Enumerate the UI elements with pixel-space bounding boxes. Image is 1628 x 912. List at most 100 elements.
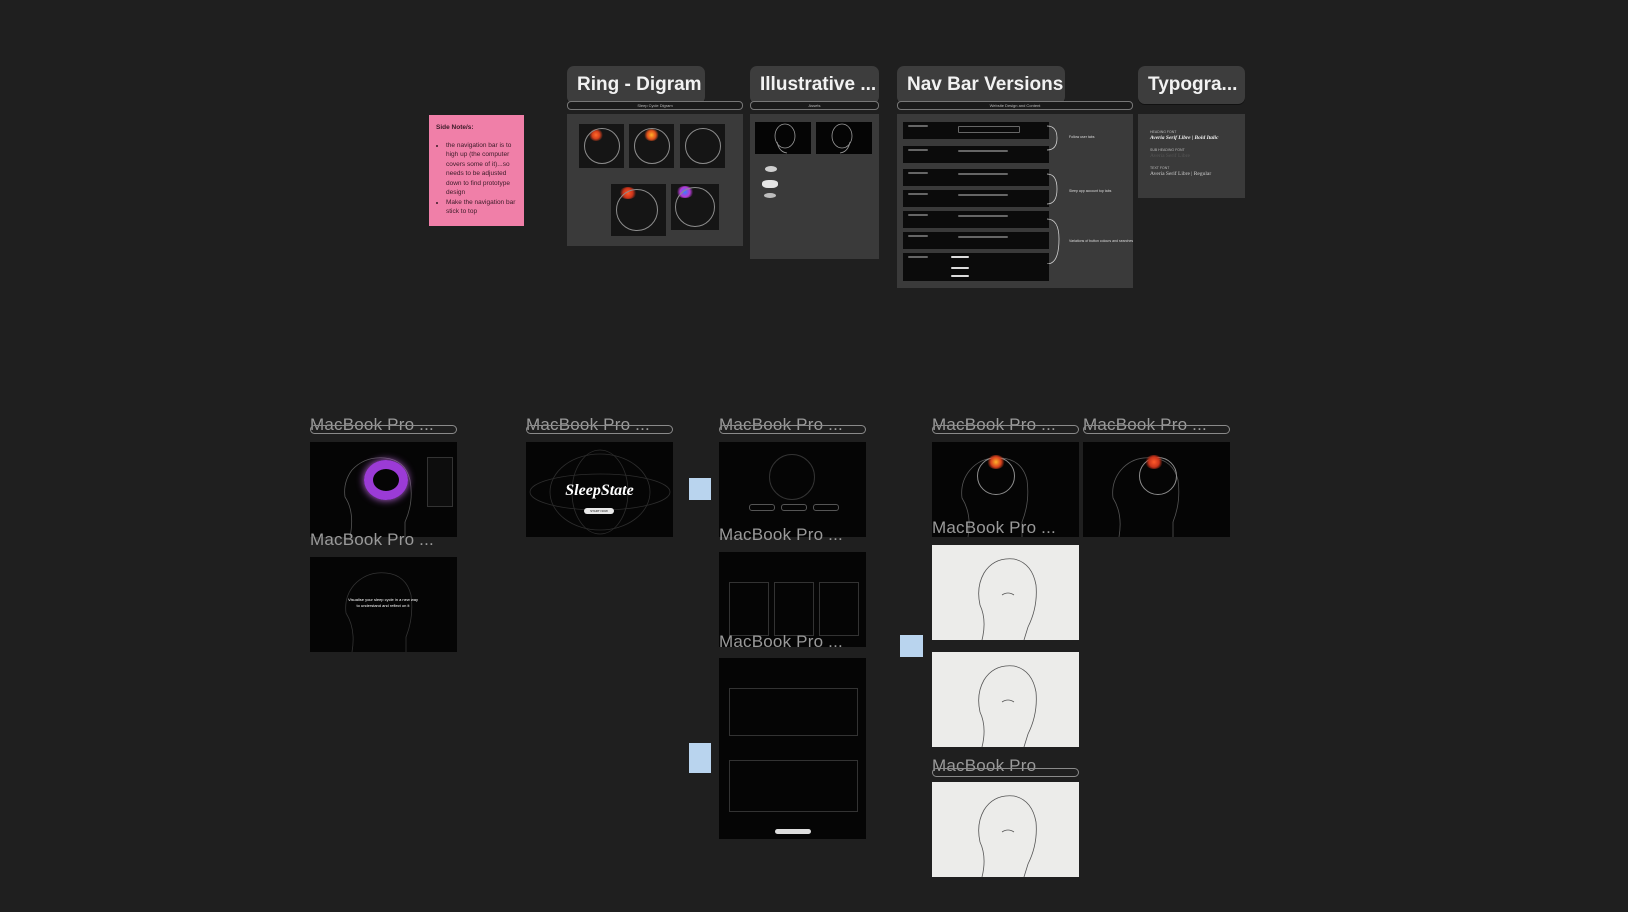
macbook-frame-sketch[interactable] [932, 545, 1079, 640]
macbook-frame-visualise[interactable]: Visualise your sleep cycle in a new way … [310, 557, 457, 652]
nav-line [908, 235, 928, 237]
illustrative-section-board[interactable] [750, 114, 879, 259]
nav-bar-version[interactable] [903, 232, 1049, 249]
nav-bar-version[interactable] [903, 146, 1049, 163]
nav-line [958, 173, 1008, 175]
info-card[interactable] [729, 688, 858, 736]
face-sketch-icon [978, 795, 1037, 877]
asset-icon[interactable] [764, 193, 776, 198]
section-nav-title[interactable]: Nav Bar Versions [897, 66, 1065, 104]
head-illustration-thumb[interactable] [816, 122, 872, 154]
frame-label-bar [932, 768, 1079, 777]
sleepstate-title: SleepState [565, 482, 634, 499]
nav-line [951, 256, 969, 258]
typography-subheading-label: SUB HEADING FONT [1150, 148, 1185, 152]
nav-annotation: Sleep app account top tabs [1069, 189, 1112, 193]
typography-heading-value: Averia Serif Libre | Bold Italic [1150, 135, 1219, 141]
ring-circle [584, 128, 620, 164]
typography-heading-label: HEADING FONT [1150, 130, 1177, 134]
sticky-note-title: Side Note/s: [436, 124, 474, 131]
frame-label[interactable]: MacBook Pro ... [719, 525, 843, 545]
nav-bar-version[interactable] [903, 253, 1049, 281]
section-typography-title[interactable]: Typogra... [1138, 66, 1245, 104]
macbook-frame-head-glow[interactable] [1083, 442, 1230, 537]
option-button[interactable] [781, 504, 807, 511]
ring-circle [769, 454, 815, 500]
face-sketch-icon [978, 558, 1037, 640]
asset-icon[interactable] [765, 166, 777, 172]
asset-icon[interactable] [762, 180, 778, 188]
nav-line [958, 236, 1008, 238]
frame-label[interactable]: MacBook Pro ... [310, 530, 434, 550]
visualise-line-2: to understand and reflect on it [356, 603, 410, 608]
nav-bar-version[interactable] [903, 122, 1049, 139]
frame-label-bar [526, 425, 673, 434]
info-card[interactable] [774, 582, 814, 636]
nav-bar-version[interactable] [903, 211, 1049, 228]
section-illustrative-title[interactable]: Illustrative ... [750, 66, 879, 104]
info-card[interactable] [729, 582, 769, 636]
frame-label-bar [719, 425, 866, 434]
nav-line [908, 125, 928, 127]
nav-bar-version[interactable] [903, 190, 1049, 207]
head-outline-icon [831, 123, 853, 154]
ring-circle [685, 128, 721, 164]
sticky-note-item: Make the navigation bar stick to top [446, 198, 517, 217]
nav-bar-version[interactable] [903, 169, 1049, 186]
visualise-line-1: Visualise your sleep cycle in a new way [348, 597, 418, 602]
mini-sticky-note[interactable] [900, 635, 923, 657]
frame-label[interactable]: MacBook Pro ... [719, 632, 843, 652]
ring-circle [634, 128, 670, 164]
macbook-frame-sketch[interactable] [932, 782, 1079, 877]
info-card[interactable] [729, 760, 858, 812]
section-ring-subtitle: Sleep Cycle Digram [567, 101, 743, 110]
ring-section-board[interactable] [567, 114, 743, 246]
ring-thumbnail[interactable] [680, 124, 725, 168]
macbook-frame-sketch[interactable] [932, 652, 1079, 747]
section-nav-subtitle: Website Design and Content [897, 101, 1133, 110]
sleepstate-start-button[interactable]: START NOW [584, 508, 614, 514]
ring-circle [616, 189, 658, 231]
head-outline-icon [774, 123, 796, 154]
ring-glow [1145, 455, 1163, 469]
macbook-frame-head-ring[interactable] [310, 442, 457, 537]
typography-subheading-value: Averia Serif Libre [1150, 153, 1190, 159]
nav-line [908, 172, 928, 174]
nav-line [908, 214, 928, 216]
face-sketch-icon [978, 665, 1037, 747]
macbook-frame-sleepstate[interactable]: SleepState START NOW [526, 442, 673, 537]
sticky-note-list: the navigation bar is to high up (the co… [436, 141, 517, 217]
ring-thumbnail[interactable] [671, 184, 719, 230]
ring-thumbnail[interactable] [629, 124, 674, 168]
typography-section-board[interactable]: HEADING FONT Averia Serif Libre | Bold I… [1138, 114, 1245, 198]
mini-sticky-note[interactable] [689, 743, 711, 773]
section-ring-title[interactable]: Ring - Digram [567, 66, 705, 104]
ring-thumbnail[interactable] [579, 124, 624, 168]
nav-line [951, 267, 969, 269]
nav-line [958, 126, 1020, 133]
frame-label-bar [932, 425, 1079, 434]
frame-label-bar [310, 425, 457, 434]
option-button[interactable] [813, 504, 839, 511]
nav-annotation: Follow user tabs [1069, 135, 1095, 139]
frame-label[interactable]: MacBook Pro ... [932, 518, 1056, 538]
design-canvas[interactable]: Side Note/s: the navigation bar is to hi… [0, 0, 1628, 912]
nav-line [951, 275, 969, 277]
macbook-frame-long[interactable] [719, 658, 866, 839]
nav-line [958, 150, 1008, 152]
mini-sticky-note[interactable] [689, 478, 711, 500]
nav-line [958, 194, 1008, 196]
bottom-button[interactable] [775, 829, 811, 834]
sticky-note[interactable]: Side Note/s: the navigation bar is to hi… [429, 115, 524, 226]
head-illustration-thumb[interactable] [755, 122, 811, 154]
nav-section-board[interactable]: Follow user tabs Sleep app account top t… [897, 114, 1133, 288]
nav-line [908, 149, 928, 151]
ring-glow [987, 455, 1005, 469]
info-card[interactable] [819, 582, 859, 636]
section-illustrative-subtitle: Assets [750, 101, 879, 110]
typography-text-label: TEXT FONT [1150, 166, 1170, 170]
macbook-frame-intro[interactable] [719, 442, 866, 537]
ring-thumbnail[interactable] [611, 184, 666, 236]
option-button[interactable] [749, 504, 775, 511]
nav-annotation: Variations of button colours and searche… [1069, 239, 1134, 243]
